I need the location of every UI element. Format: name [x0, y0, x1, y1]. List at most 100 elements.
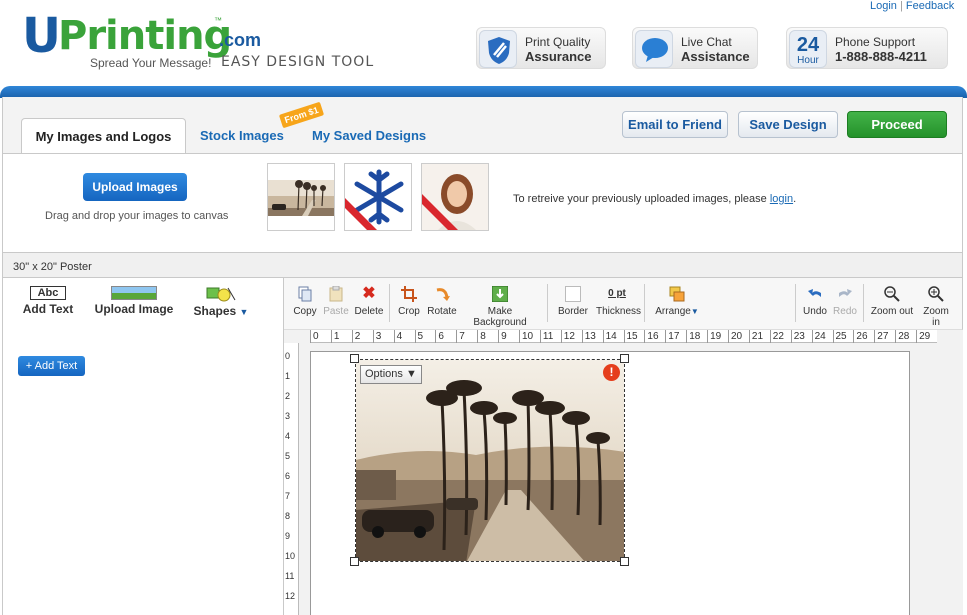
badge-24: 24 [796, 34, 820, 56]
ruler-tick-label: 27 [874, 330, 888, 343]
badge-line1: Phone Support [835, 35, 916, 49]
add-text-tool[interactable]: Abc Add Text [22, 286, 74, 316]
redo-icon [837, 286, 853, 302]
ruler-tick-label: 17 [665, 330, 679, 343]
ruler-tick-label: 9 [285, 531, 291, 541]
badge-line1: Live Chat [681, 35, 732, 49]
badge-hour: Hour [797, 55, 819, 66]
redo-label: Redo [833, 306, 857, 317]
placed-street-photo[interactable] [355, 359, 625, 562]
tab-saved-designs[interactable]: My Saved Designs [312, 128, 426, 143]
ruler-tick-label: 10 [285, 551, 296, 561]
proceed-button[interactable]: Proceed [847, 111, 947, 138]
ruler-tick-label: 3 [285, 411, 291, 421]
logo-trademark: ™ [214, 16, 222, 25]
ruler-tick-label: 4 [285, 431, 291, 441]
thumbnail-snowflake[interactable] [344, 163, 412, 231]
delete-label: Delete [354, 306, 384, 317]
tab-stock-images[interactable]: Stock Images [200, 128, 284, 143]
ruler-tick-label: 1 [330, 330, 339, 343]
landscape-image-icon [111, 286, 157, 300]
email-friend-button[interactable]: Email to Friend [622, 111, 728, 138]
print-quality-badge[interactable]: Print Quality Assurance [476, 27, 606, 69]
ruler-tick-label: 0 [310, 330, 319, 343]
crop-tool[interactable]: Crop [397, 286, 421, 317]
border-label: Border [557, 306, 588, 317]
ruler-tick-label: 6 [285, 471, 291, 481]
ruler-vertical: 0 1 2 3 4 5 6 7 8 9 10 11 12 [284, 343, 299, 615]
make-background-tool[interactable]: Make Background [462, 285, 538, 328]
ruler-tick-label: 12 [285, 591, 296, 601]
ruler-tick-label: 8 [477, 330, 486, 343]
ruler-horizontal: 0 1 2 3 4 5 6 7 8 9 10 11 12 13 14 15 16 17 18 19 20 21 22 23 24… [310, 330, 937, 343]
copy-tool[interactable]: Copy [292, 286, 318, 317]
paste-tool[interactable]: Paste [323, 285, 349, 317]
shapes-tool[interactable]: Shapes ▼ [193, 286, 249, 318]
border-tool[interactable]: Border [557, 286, 589, 317]
ruler-tick-label: 2 [285, 391, 291, 401]
make-background-icon [491, 285, 509, 303]
logo-com: .com [219, 30, 262, 50]
zoom-out-label: Zoom out [870, 306, 914, 317]
badge-line2: Assurance [525, 49, 592, 64]
arrange-tool[interactable]: Arrange▼ [655, 286, 699, 317]
thumbnail-portrait[interactable] [421, 163, 489, 231]
phone-support-badge[interactable]: 24 Hour Phone Support 1-888-888-4211 [786, 27, 948, 69]
undo-label: Undo [803, 306, 827, 317]
ruler-tick-label: 8 [285, 511, 291, 521]
resize-handle-ne[interactable] [620, 354, 629, 363]
ruler-tick-label: 24 [811, 330, 826, 343]
resize-handle-sw[interactable] [350, 557, 359, 566]
retrieve-login-link[interactable]: login [770, 193, 793, 205]
rotate-label: Rotate [427, 306, 457, 317]
tab-my-images[interactable]: My Images and Logos [21, 118, 186, 153]
chat-bubble-icon [635, 30, 673, 68]
toolbar-divider [863, 284, 864, 322]
ruler-tick-label: 2 [351, 330, 360, 343]
ruler-tick-label: 29 [916, 330, 930, 343]
toolbar-divider [389, 284, 390, 322]
ruler-tick-label: 28 [895, 330, 909, 343]
delete-tool[interactable]: ✖ Delete [354, 286, 384, 318]
zoom-out-tool[interactable]: Zoom out [870, 286, 914, 317]
retrieve-message: To retreive your previously uploaded ima… [513, 193, 796, 205]
upload-image-label: Upload Image [94, 302, 174, 316]
redo-tool[interactable]: Redo [833, 286, 857, 317]
resize-handle-se[interactable] [620, 557, 629, 566]
badge-line1: Print Quality [525, 35, 591, 49]
arrange-icon [669, 286, 685, 302]
logo-u: U [22, 8, 61, 64]
border-swatch-icon [565, 286, 581, 302]
abc-icon: Abc [30, 286, 66, 300]
zoom-in-tool[interactable]: Zoom in [918, 286, 954, 328]
upload-images-button[interactable]: Upload Images [83, 173, 187, 201]
ruler-tick-label: 23 [790, 330, 805, 343]
thickness-tool[interactable]: 0 pt Thickness [596, 286, 641, 317]
clock-24-icon: 24 Hour [789, 30, 827, 68]
poster-size-bar [2, 253, 963, 278]
warning-icon[interactable]: ! [603, 364, 620, 381]
tagline: Spread Your Message! [90, 56, 212, 70]
live-chat-badge[interactable]: Live Chat Assistance [632, 27, 758, 69]
save-design-button[interactable]: Save Design [738, 111, 838, 138]
rotate-tool[interactable]: Rotate [427, 286, 457, 317]
copy-label: Copy [293, 306, 317, 317]
image-options-button[interactable]: Options ▼ [360, 365, 422, 384]
login-link[interactable]: Login [870, 0, 897, 12]
add-text-button[interactable]: + Add Text [18, 356, 85, 376]
toolbar-divider [795, 284, 796, 322]
logo-printing: Printing [58, 13, 232, 59]
shapes-icon [206, 286, 236, 302]
upload-image-tool[interactable]: Upload Image [94, 286, 174, 316]
ruler-tick-label: 5 [285, 451, 291, 461]
retrieve-text: To retreive your previously uploaded ima… [513, 193, 767, 205]
resize-handle-nw[interactable] [350, 354, 359, 363]
feedback-link[interactable]: Feedback [906, 0, 954, 12]
ruler-tick-label: 4 [393, 330, 402, 343]
add-text-label: Add Text [22, 302, 74, 316]
chevron-down-icon: ▼ [239, 307, 249, 317]
undo-tool[interactable]: Undo [803, 286, 827, 317]
ruler-tick-label: 12 [560, 330, 575, 343]
thumbnail-street-photo[interactable] [267, 163, 335, 231]
ruler-tick-label: 1 [285, 371, 291, 381]
